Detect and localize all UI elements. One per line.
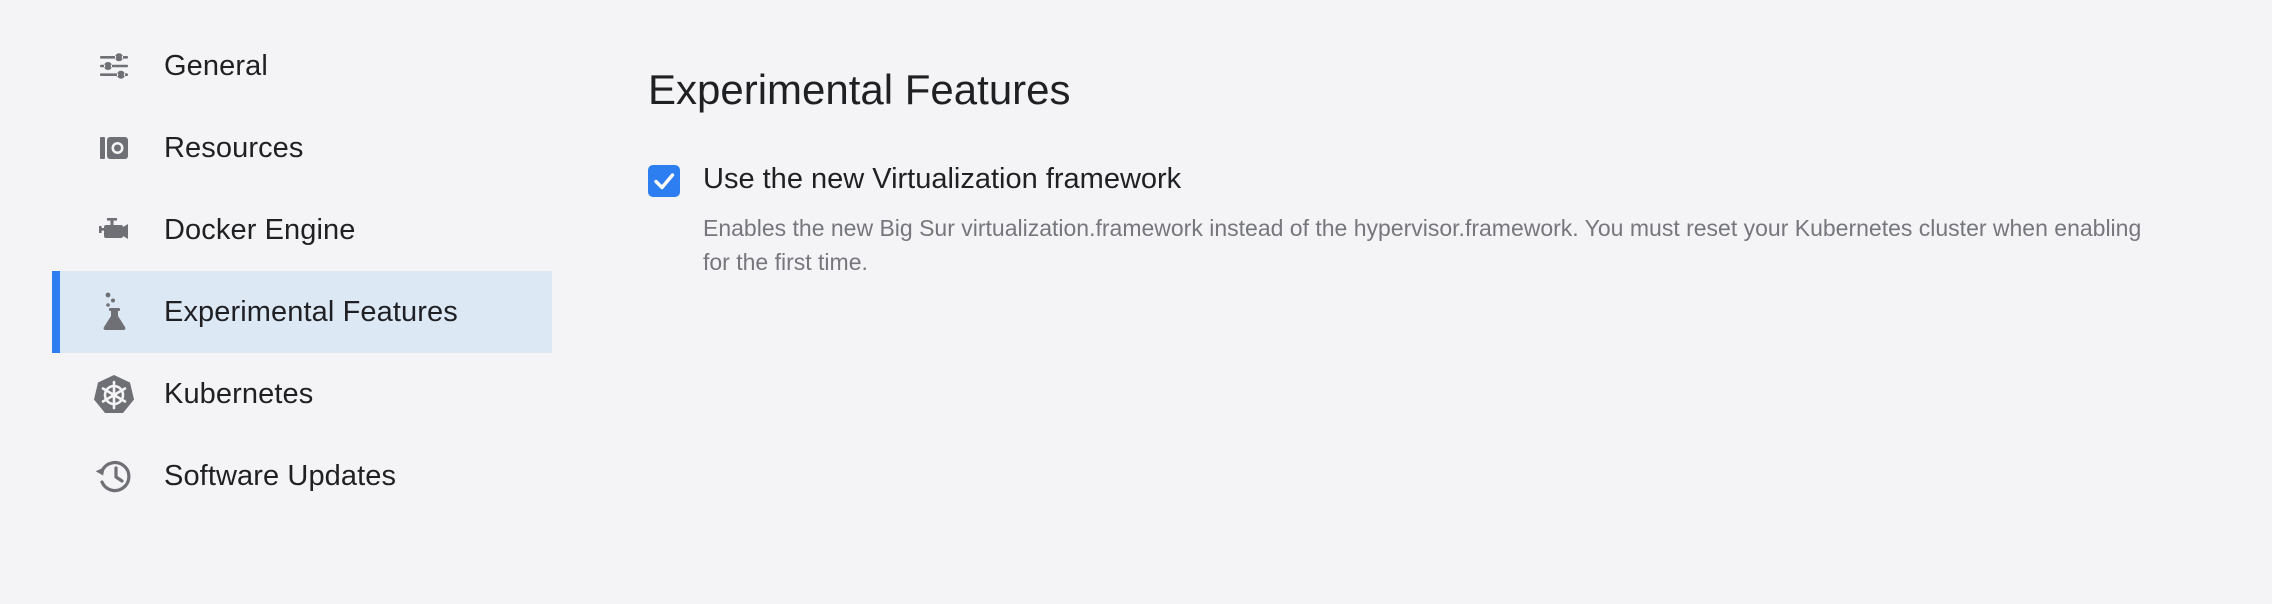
sidebar-item-docker-engine[interactable]: Docker Engine (52, 189, 552, 271)
flask-icon (92, 290, 136, 334)
sidebar-item-experimental-features[interactable]: Experimental Features (52, 271, 552, 353)
virtualization-framework-description: Enables the new Big Sur virtualization.f… (703, 215, 2142, 275)
sidebar-item-kubernetes[interactable]: Kubernetes (52, 353, 552, 435)
sidebar-item-general[interactable]: General (52, 25, 552, 107)
kubernetes-icon (92, 372, 136, 416)
virtualization-framework-checkbox[interactable] (648, 165, 680, 197)
sliders-icon (92, 44, 136, 88)
sidebar-item-label: Kubernetes (164, 377, 314, 410)
history-icon (92, 454, 136, 498)
disk-icon (92, 126, 136, 170)
sidebar-item-label: Resources (164, 131, 304, 164)
sidebar-item-label: Software Updates (164, 459, 397, 492)
settings-sidebar: General Resources Docker Engine Experime… (52, 25, 552, 517)
sidebar-item-label: Experimental Features (164, 295, 458, 328)
sidebar-item-label: Docker Engine (164, 213, 356, 246)
sidebar-item-resources[interactable]: Resources (52, 107, 552, 189)
sidebar-item-label: General (164, 49, 268, 82)
checkmark-icon (654, 173, 675, 190)
sidebar-item-software-updates[interactable]: Software Updates (52, 435, 552, 517)
virtualization-framework-label[interactable]: Use the new Virtualization framework (703, 163, 1181, 196)
engine-icon (92, 208, 136, 252)
page-title: Experimental Features (648, 66, 1071, 113)
